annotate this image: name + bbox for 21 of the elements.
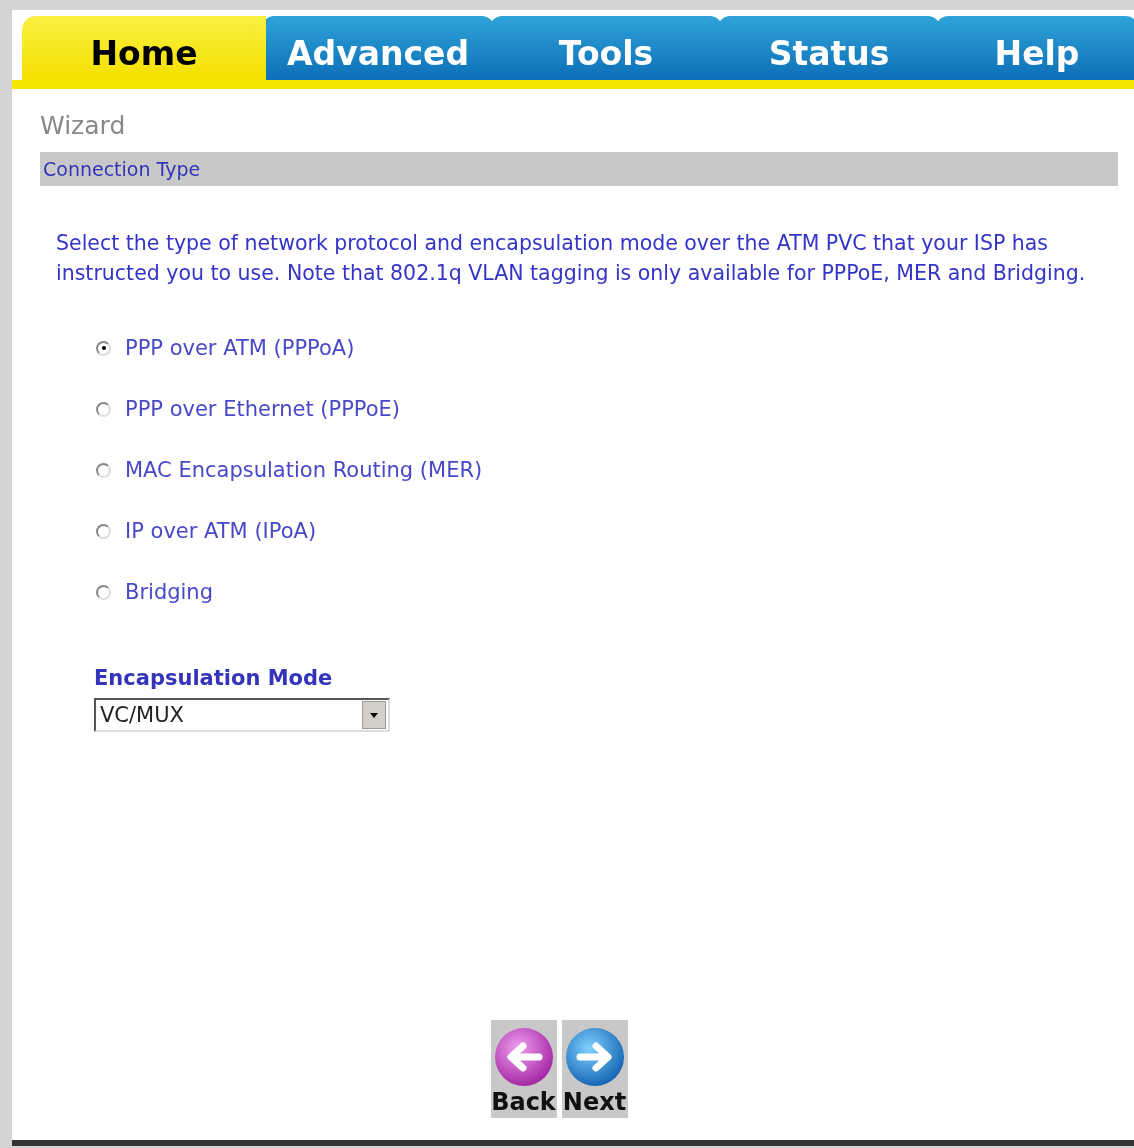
nav-tab[interactable]: Home (22, 16, 266, 80)
radio-button[interactable] (96, 523, 111, 539)
option-label[interactable]: IP over ATM (IPoA) (125, 519, 317, 543)
option-label[interactable]: PPP over Ethernet (PPPoE) (125, 397, 401, 421)
description-text: Select the type of network protocol and encapsulation mode over the ATM PVC that your ISP has instructed you to use. Note that 802.1q VLAN tagging is only available for PPPoE, MER and Bridging. (56, 230, 1087, 287)
radio-button[interactable] (96, 584, 111, 600)
field-label: Encapsulation Mode (94, 666, 334, 690)
nav-tab[interactable]: Status (718, 16, 940, 80)
option-label[interactable]: PPP over ATM (PPPoA) (125, 336, 355, 360)
encapsulation-select[interactable]: VC/MUX (94, 698, 390, 732)
section-header: Connection Type (40, 152, 1118, 186)
nav-tab[interactable]: Tools (490, 16, 722, 80)
radio-button[interactable] (96, 340, 111, 356)
nav-tab[interactable]: Help (936, 16, 1134, 80)
page-title: Wizard (40, 111, 127, 140)
back-button[interactable]: Back (490, 1020, 557, 1118)
next-button[interactable]: Next (561, 1020, 628, 1118)
radio-button[interactable] (96, 401, 111, 417)
option-label[interactable]: Bridging (125, 580, 213, 604)
option-label[interactable]: MAC Encapsulation Routing (MER) (125, 458, 483, 482)
radio-button[interactable] (96, 462, 111, 478)
